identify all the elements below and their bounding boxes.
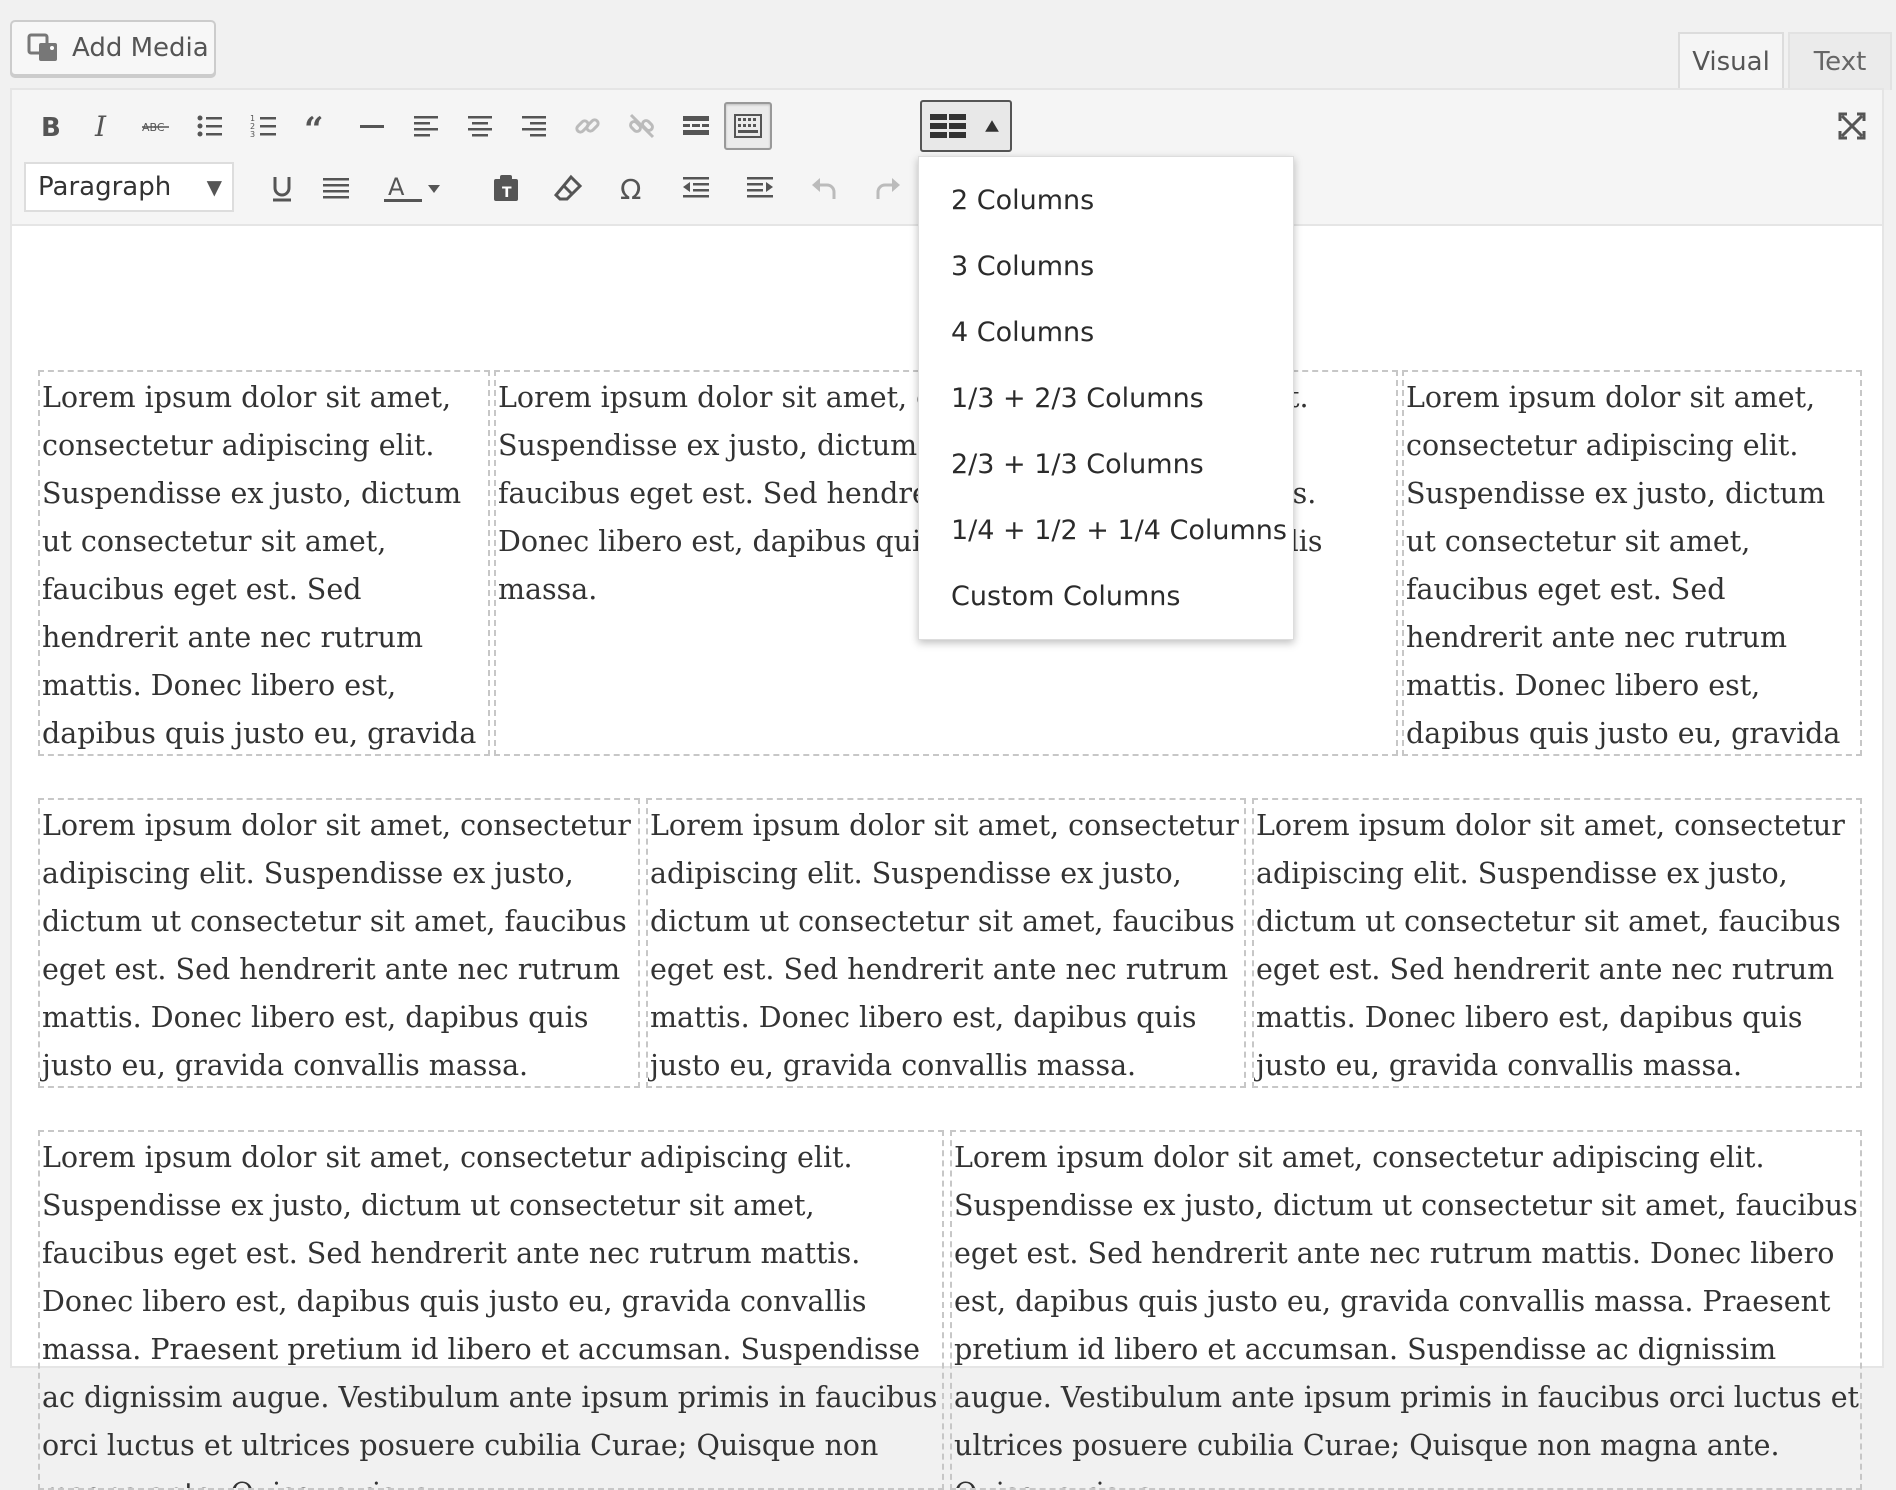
format-select[interactable]: Paragraph ▼ (24, 162, 234, 212)
menu-item-1-4-1-2-1-4-columns[interactable]: 1/4 + 1/2 + 1/4 Columns (919, 497, 1293, 563)
caret-up-icon (985, 120, 999, 132)
align-left-icon (414, 116, 438, 137)
toolbar-toggle-icon (734, 114, 762, 138)
remove-link-icon (629, 113, 655, 139)
undo-icon (812, 178, 836, 199)
svg-text:Ω: Ω (620, 173, 641, 203)
redo-button[interactable] (864, 164, 912, 212)
column-block[interactable]: Lorem ipsum dolor sit amet, consectetur … (38, 1130, 944, 1490)
decrease-indent-icon (683, 177, 709, 198)
paste-as-text-icon: T (494, 175, 518, 201)
align-center-icon (468, 116, 492, 137)
remove-link-button[interactable] (618, 102, 666, 150)
clear-formatting-button[interactable] (544, 164, 592, 212)
insert-link-icon (575, 118, 600, 134)
column-block[interactable]: Lorem ipsum dolor sit amet, consectetur … (1402, 370, 1862, 756)
column-block[interactable]: Lorem ipsum dolor sit amet, consectetur … (38, 798, 640, 1088)
undo-button[interactable] (800, 164, 848, 212)
column-text: Lorem ipsum dolor sit amet, consectetur … (42, 1141, 938, 1488)
column-block[interactable]: Lorem ipsum dolor sit amet, consectetur … (38, 370, 490, 756)
columns-icon (930, 114, 966, 138)
horizontal-line-icon (360, 125, 384, 128)
redo-icon (876, 178, 900, 199)
bullet-list-button[interactable] (186, 102, 234, 150)
menu-item-1-3-2-3-columns[interactable]: 1/3 + 2/3 Columns (919, 365, 1293, 431)
eraser-icon (553, 174, 583, 201)
chevron-down-icon: ▼ (206, 175, 222, 199)
insert-link-button[interactable] (564, 102, 612, 150)
svg-text:“: “ (304, 111, 324, 141)
column-text: Lorem ipsum dolor sit amet, consectetur … (42, 809, 631, 1082)
menu-item-3-columns[interactable]: 3 Columns (919, 233, 1293, 299)
align-left-button[interactable] (402, 102, 450, 150)
column-block[interactable]: Lorem ipsum dolor sit amet, consectetur … (1252, 798, 1862, 1088)
svg-text:B: B (41, 113, 61, 141)
fullscreen-icon (1838, 112, 1866, 140)
fullscreen-button[interactable] (1828, 102, 1876, 150)
read-more-icon (683, 116, 709, 135)
align-right-button[interactable] (510, 102, 558, 150)
text-color-button[interactable]: A (380, 164, 444, 212)
svg-text:I: I (94, 111, 107, 141)
blockquote-button[interactable]: “ (294, 102, 342, 150)
bullet-list-icon (197, 115, 222, 137)
strikethrough-icon: ABC (142, 121, 169, 134)
align-center-button[interactable] (456, 102, 504, 150)
column-text: Lorem ipsum dolor sit amet, consectetur … (1406, 381, 1841, 750)
svg-text:A: A (388, 173, 405, 201)
decrease-indent-button[interactable] (672, 164, 720, 212)
add-media-label: Add Media (72, 33, 209, 63)
align-right-icon (522, 116, 546, 137)
blockquote-icon: “ (304, 111, 324, 141)
menu-item-4-columns[interactable]: 4 Columns (919, 299, 1293, 365)
menu-item-2-3-1-3-columns[interactable]: 2/3 + 1/3 Columns (919, 431, 1293, 497)
svg-text:3: 3 (250, 130, 255, 139)
underline-icon (273, 177, 291, 202)
column-block[interactable]: Lorem ipsum dolor sit amet, consectetur … (646, 798, 1246, 1088)
column-text: Lorem ipsum dolor sit amet, consectetur … (650, 809, 1239, 1082)
paste-as-text-button[interactable]: T (482, 164, 530, 212)
numbered-list-button[interactable]: 123 (240, 102, 288, 150)
horizontal-line-button[interactable] (348, 102, 396, 150)
read-more-button[interactable] (672, 102, 720, 150)
toolbar-toggle-button[interactable] (724, 102, 772, 150)
justify-button[interactable] (312, 164, 360, 212)
menu-item-custom-columns[interactable]: Custom Columns (919, 563, 1293, 629)
column-text: Lorem ipsum dolor sit amet, consectetur … (42, 381, 477, 750)
underline-button[interactable] (258, 164, 306, 212)
increase-indent-icon (747, 177, 773, 198)
tab-visual[interactable]: Visual (1678, 32, 1784, 90)
add-media-button[interactable]: Add Media (10, 20, 216, 76)
media-icon (27, 33, 57, 61)
increase-indent-button[interactable] (736, 164, 784, 212)
numbered-list-icon: 123 (250, 114, 276, 139)
bold-icon: B (41, 113, 61, 141)
columns-menu: 2 Columns 3 Columns 4 Columns 1/3 + 2/3 … (918, 156, 1294, 640)
strikethrough-button[interactable]: ABC (132, 102, 180, 150)
svg-text:T: T (502, 185, 512, 201)
columns-button[interactable] (920, 100, 1012, 152)
column-block[interactable]: Lorem ipsum dolor sit amet, consectetur … (950, 1130, 1862, 1490)
omega-icon: Ω (620, 173, 641, 203)
format-select-value: Paragraph (38, 172, 172, 202)
bold-button[interactable]: B (26, 102, 74, 150)
special-character-button[interactable]: Ω (608, 164, 656, 212)
text-color-icon: A (384, 173, 440, 202)
justify-icon (323, 178, 349, 199)
italic-button[interactable]: I (78, 102, 126, 150)
column-text: Lorem ipsum dolor sit amet, consectetur … (954, 1141, 1860, 1488)
tab-text[interactable]: Text (1788, 32, 1892, 90)
column-text: Lorem ipsum dolor sit amet, consectetur … (1256, 809, 1845, 1082)
menu-item-2-columns[interactable]: 2 Columns (919, 167, 1293, 233)
italic-icon: I (94, 111, 107, 141)
